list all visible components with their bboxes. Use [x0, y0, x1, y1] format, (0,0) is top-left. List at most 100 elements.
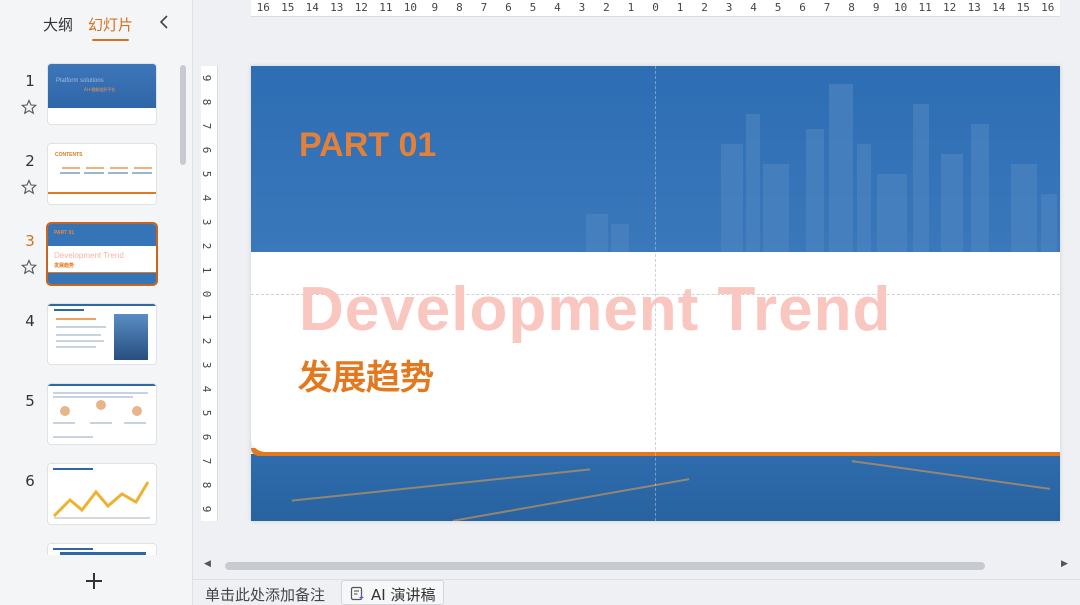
thumb-background — [48, 272, 156, 284]
scroll-right-arrow[interactable]: ▶ — [1061, 559, 1068, 569]
slide-thumbnail[interactable]: CONTENTS — [48, 144, 156, 204]
thumb-line — [53, 422, 75, 424]
ruler-tick-label: 7 — [199, 122, 213, 130]
ruler-tick-label: 2 — [701, 1, 708, 14]
thumb-title-bar — [53, 468, 93, 470]
notes-bar — [193, 579, 1080, 605]
thumb-item — [132, 172, 152, 174]
panel-tabs: 大纲 幻灯片 — [0, 0, 193, 50]
ruler-tick-label: 13 — [330, 1, 344, 14]
slide-title-english[interactable]: Development Trend — [299, 274, 891, 345]
ruler-tick-label: 16 — [1041, 1, 1055, 14]
slide-thumb-row[interactable]: 7 — [0, 544, 185, 555]
ruler-tick-label: 2 — [603, 1, 610, 14]
ruler-tick-label: 1 — [199, 266, 213, 273]
ai-speech-label: AI 演讲稿 — [371, 586, 436, 604]
slide-number: 4 — [25, 312, 35, 330]
star-icon[interactable] — [21, 179, 37, 195]
ruler-tick-label: 5 — [199, 409, 213, 417]
thumb-item — [60, 172, 80, 174]
horizontal-scrollbar[interactable] — [225, 562, 985, 570]
thumb-title: CONTENTS — [55, 152, 83, 158]
horizontal-ruler[interactable]: 16 15 14 13 12 11 10 9 8 7 6 5 4 3 2 1 0 1 2 3 4 5 6 7 8 9 10 11 12 1… — [251, 0, 1060, 17]
ruler-tick-label: 1 — [676, 1, 684, 14]
thumb-line — [53, 396, 133, 398]
ai-document-icon — [350, 586, 364, 601]
ruler-tick-label: 9 — [872, 1, 880, 14]
ruler-tick-label: 0 — [652, 1, 659, 14]
slide-thumbnail[interactable] — [48, 464, 156, 524]
slide-thumbnail[interactable]: Platform solutions AI+赋能组织平台 — [48, 64, 156, 124]
slide-thumb-row[interactable]: 5 — [0, 384, 185, 464]
ruler-tick-label: 0 — [199, 290, 213, 297]
scroll-left-arrow[interactable]: ◀ — [204, 559, 211, 569]
slide-number: 3 — [25, 232, 35, 250]
thumb-item — [84, 172, 104, 174]
slide-thumbnail[interactable] — [48, 544, 156, 555]
slide-thumb-row[interactable]: 6 — [0, 464, 185, 544]
thumb-image — [60, 406, 70, 416]
slide-number: 1 — [25, 72, 35, 90]
ruler-tick-label: 9 — [199, 74, 213, 82]
ruler-tick-label: 6 — [505, 1, 512, 14]
slide-thumb-row-active[interactable]: 3 PART 01 Development Trend 发展趋势 — [0, 224, 185, 304]
ruler-tick-label: 10 — [894, 1, 908, 14]
slide-thumb-row[interactable]: 1 Platform solutions AI+赋能组织平台 — [0, 64, 185, 144]
ruler-tick-label: 6 — [199, 433, 213, 441]
add-slide-button[interactable] — [83, 570, 105, 592]
thumb-accent-line — [48, 192, 156, 194]
thumb-line — [90, 422, 112, 424]
slide-title-chinese[interactable]: 发展趋势 — [298, 350, 434, 399]
tab-outline[interactable]: 大纲 — [43, 14, 73, 35]
thumb-item — [134, 167, 152, 169]
thumb-line — [56, 326, 106, 328]
slide-thumb-row[interactable]: 2 CONTENTS — [0, 144, 185, 224]
ruler-tick-label: 11 — [918, 1, 932, 14]
ruler-tick-label: 15 — [281, 1, 295, 14]
slide-canvas[interactable]: PART 01 Development Trend 发展趋势 — [251, 66, 1060, 521]
star-icon[interactable] — [21, 99, 37, 115]
chevron-left-icon[interactable] — [157, 12, 171, 32]
ruler-tick-label: 2 — [199, 338, 213, 345]
slide-thumbnail[interactable] — [48, 384, 156, 444]
ruler-tick-label: 5 — [199, 170, 213, 178]
slide-thumb-row[interactable]: 4 — [0, 304, 185, 384]
thumb-chart — [52, 481, 150, 519]
notes-placeholder[interactable]: 单击此处添加备注 — [205, 584, 325, 605]
slide-thumbnail[interactable]: PART 01 Development Trend 发展趋势 — [48, 224, 156, 284]
ruler-tick-label: 5 — [774, 1, 782, 14]
thumb-item — [108, 172, 128, 174]
ruler-tick-label: 3 — [725, 1, 733, 14]
ruler-tick-label: 1 — [199, 314, 213, 321]
ai-speech-button[interactable]: AI 演讲稿 — [341, 580, 444, 605]
thumb-image — [96, 400, 106, 410]
star-icon[interactable] — [21, 259, 37, 275]
ruler-tick-label: 8 — [199, 98, 213, 106]
thumb-heading: Development Trend — [54, 251, 124, 260]
thumb-title: PART 01 — [54, 230, 75, 236]
thumb-image — [114, 314, 148, 360]
thumbnail-scrollbar[interactable] — [180, 65, 186, 165]
vertical-ruler[interactable]: 9 8 7 6 5 4 3 2 1 0 1 2 3 4 5 6 7 8 9 — [199, 66, 218, 521]
ruler-tick-label: 1 — [627, 1, 635, 14]
slide-part-label[interactable]: PART 01 — [299, 126, 436, 165]
ruler-tick-label: 4 — [750, 1, 757, 14]
thumb-line — [56, 340, 104, 342]
ruler-tick-label: 13 — [967, 1, 981, 14]
slide-number: 2 — [25, 152, 35, 170]
thumb-line — [56, 346, 96, 348]
thumb-title-bar — [53, 548, 93, 550]
tab-slides[interactable]: 幻灯片 — [88, 14, 133, 41]
thumb-subheading: 发展趋势 — [54, 263, 75, 269]
ruler-tick-label: 10 — [403, 1, 417, 14]
ruler-tick-label: 2 — [199, 242, 213, 249]
slide-number: 7 — [24, 552, 36, 555]
ruler-tick-label: 9 — [431, 1, 439, 14]
slide-thumbnail[interactable] — [48, 304, 156, 364]
ruler-tick-label: 7 — [480, 1, 488, 14]
ruler-tick-label: 6 — [799, 1, 806, 14]
ruler-tick-label: 14 — [305, 1, 319, 14]
ruler-tick-label: 3 — [199, 218, 213, 225]
thumb-background — [48, 64, 156, 108]
ruler-tick-label: 8 — [456, 1, 463, 14]
